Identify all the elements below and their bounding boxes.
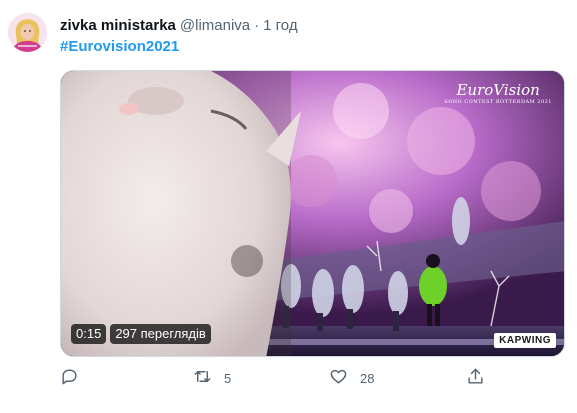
- avatar[interactable]: [8, 13, 47, 52]
- video-player[interactable]: EuroVision SONG CONTEST ROTTERDAM 2021 0…: [60, 70, 565, 357]
- tweet-actions: 5 28: [60, 366, 500, 390]
- logo-sub-text: SONG CONTEST ROTTERDAM 2021: [444, 99, 552, 105]
- like-button[interactable]: 28: [329, 366, 374, 390]
- view-count: 297 переглядів: [110, 324, 211, 344]
- kapwing-watermark: KAPWING: [494, 333, 556, 348]
- share-button[interactable]: [466, 366, 485, 390]
- separator-dot: ·: [254, 16, 260, 34]
- share-icon: [466, 367, 485, 389]
- video-frame: [61, 71, 564, 356]
- tweet[interactable]: zivka ministarka @limaniva · 1 год #Euro…: [0, 0, 577, 413]
- reply-icon: [60, 367, 79, 389]
- reply-button[interactable]: [60, 366, 79, 390]
- logo-main-text: EuroVision: [456, 81, 540, 99]
- display-name[interactable]: zivka ministarka: [60, 17, 176, 34]
- user-handle[interactable]: @limaniva: [180, 17, 250, 34]
- hashtag-link[interactable]: #Eurovision2021: [60, 38, 179, 55]
- retweet-count: 5: [224, 370, 232, 386]
- retweet-icon: [193, 367, 212, 389]
- timestamp[interactable]: 1 год: [263, 17, 297, 34]
- like-icon: [329, 367, 348, 389]
- video-duration: 0:15: [71, 324, 107, 344]
- video-badges: 0:15 297 переглядів: [71, 324, 211, 344]
- retweet-button[interactable]: 5: [193, 366, 231, 390]
- eurovision-logo: EuroVision SONG CONTEST ROTTERDAM 2021: [444, 81, 552, 105]
- like-count: 28: [360, 370, 375, 386]
- tweet-header: zivka ministarka @limaniva · 1 год: [60, 14, 298, 36]
